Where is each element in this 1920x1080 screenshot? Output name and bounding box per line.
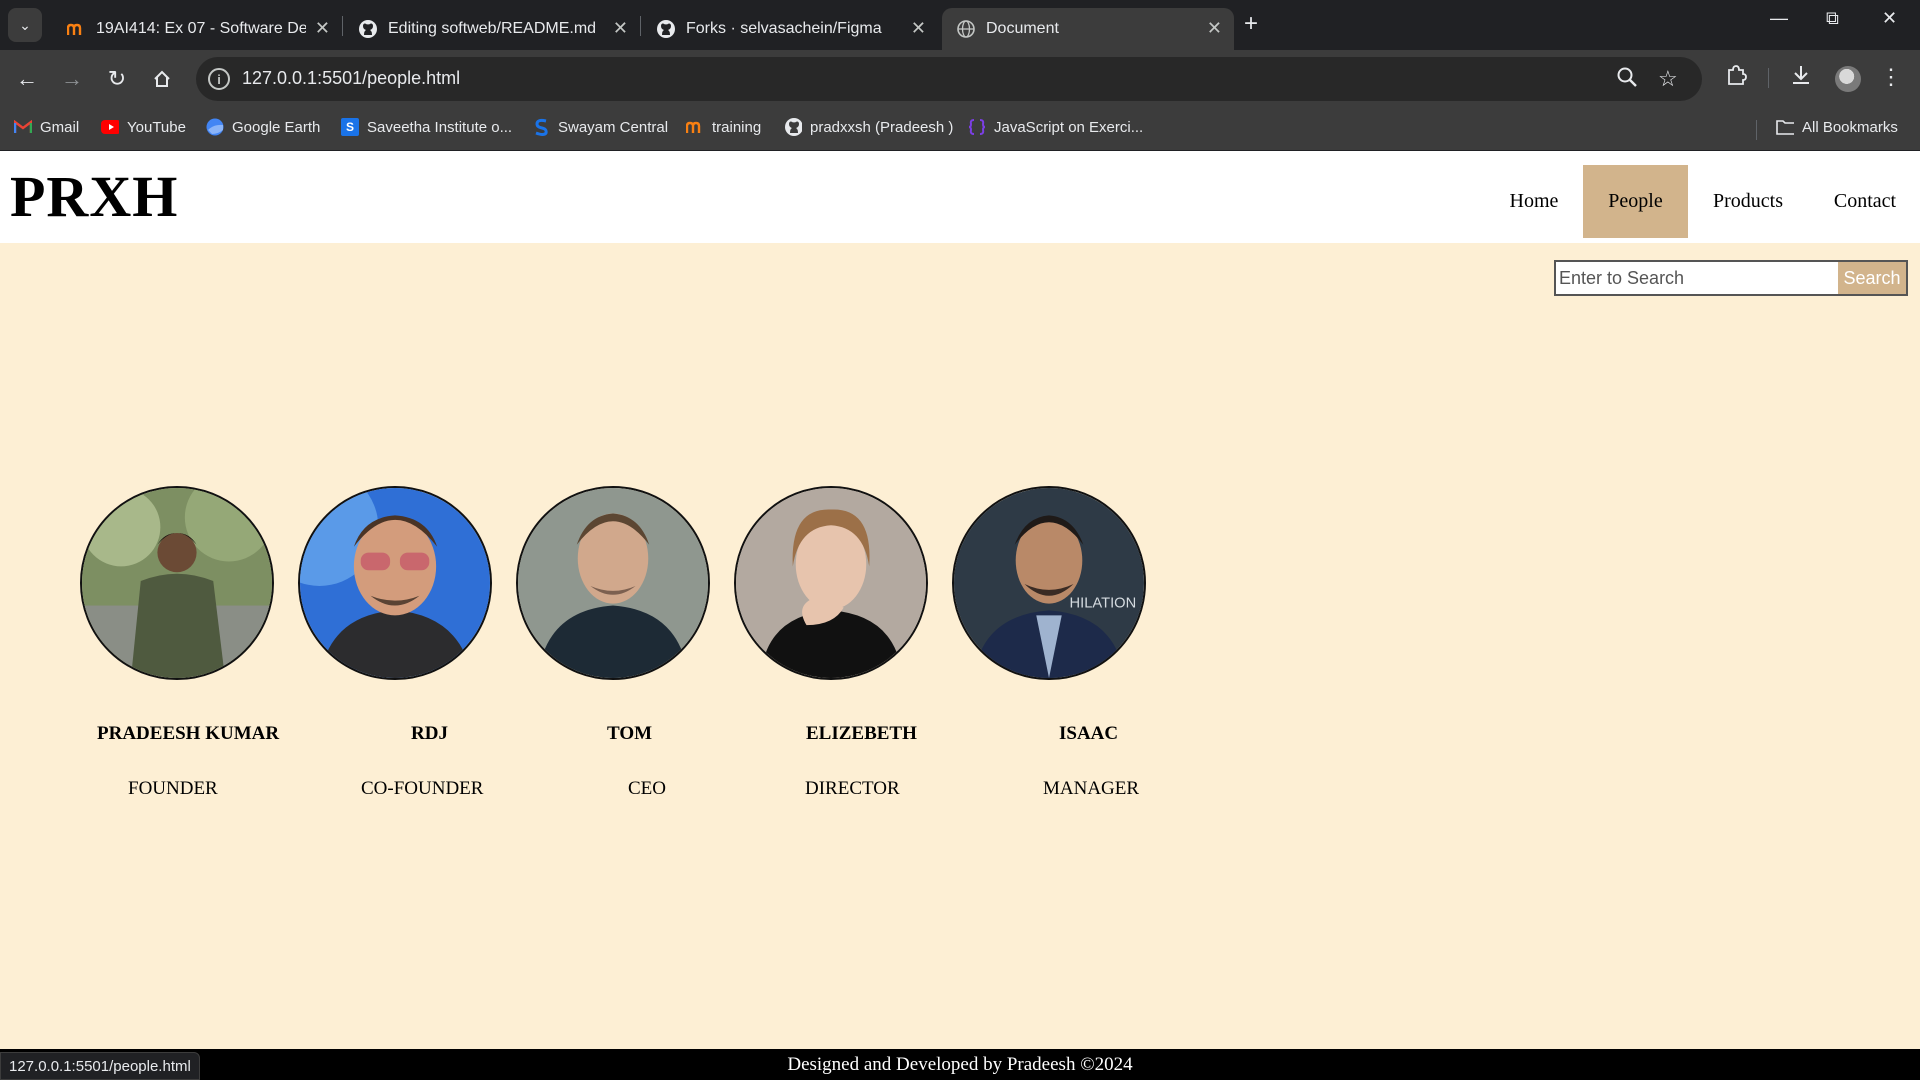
window-close-icon[interactable]: ✕ bbox=[1882, 8, 1897, 29]
person-photo-pradeesh bbox=[80, 486, 274, 680]
browser-tab-2[interactable]: Editing softweb/README.md at ✕ bbox=[344, 8, 640, 50]
bookmark-label: YouTube bbox=[127, 118, 186, 136]
tab-title: Document bbox=[986, 20, 1059, 37]
site-header: PRXH Home People Products Contact bbox=[0, 151, 1920, 243]
moodle-icon bbox=[66, 19, 86, 39]
download-icon[interactable] bbox=[1790, 64, 1812, 92]
close-icon[interactable]: ✕ bbox=[911, 18, 926, 39]
new-tab-button[interactable]: + bbox=[1244, 10, 1258, 38]
bookmarks-bar: Gmail YouTube Google Earth S Saveetha In… bbox=[0, 108, 1920, 151]
all-bookmarks-label: All Bookmarks bbox=[1802, 118, 1898, 136]
person-role: MANAGER bbox=[1043, 778, 1140, 799]
address-url[interactable]: 127.0.0.1:5501/people.html bbox=[242, 68, 460, 89]
person-role: CEO bbox=[628, 778, 666, 799]
chevron-down-icon: ⌄ bbox=[19, 16, 31, 33]
bookmark-label: JavaScript on Exerci... bbox=[994, 118, 1144, 136]
nav-products[interactable]: Products bbox=[1700, 165, 1796, 238]
tab-title: Forks · selvasachein/Figma bbox=[686, 20, 882, 37]
bookmark-gmail[interactable]: Gmail bbox=[14, 118, 79, 136]
site-footer: Designed and Developed by Pradeesh ©2024 bbox=[0, 1049, 1920, 1080]
search-button[interactable]: Search bbox=[1838, 262, 1906, 294]
minimize-icon[interactable]: — bbox=[1770, 8, 1788, 29]
person-name: PRADEESH KUMAR bbox=[97, 723, 280, 744]
person-name: ISAAC bbox=[1059, 723, 1119, 744]
person-name: RDJ bbox=[411, 723, 448, 744]
all-bookmarks[interactable]: All Bookmarks bbox=[1776, 118, 1898, 136]
footer-text: Designed and Developed by Pradeesh ©2024 bbox=[787, 1053, 1133, 1075]
github-icon bbox=[784, 118, 802, 136]
bookmark-label: pradxxsh (Pradeesh ) bbox=[810, 118, 954, 136]
bookmark-swayam[interactable]: Swayam Central bbox=[532, 118, 668, 136]
restore-icon[interactable]: ⧉ bbox=[1826, 8, 1839, 29]
bookmark-label: Google Earth bbox=[232, 118, 321, 136]
toolbar-separator bbox=[1768, 68, 1769, 88]
bookmark-youtube[interactable]: YouTube bbox=[101, 118, 186, 136]
reload-icon[interactable]: ↻ bbox=[102, 64, 132, 94]
bookmarks-separator bbox=[1756, 120, 1757, 140]
tab-separator bbox=[342, 16, 343, 36]
browser-toolbar: ← → ↻ i 127.0.0.1:5501/people.html ☆ ⋮ bbox=[0, 50, 1920, 108]
bookmark-star-icon[interactable]: ☆ bbox=[1658, 66, 1678, 92]
gmail-icon bbox=[14, 118, 32, 136]
nav-contact[interactable]: Contact bbox=[1820, 165, 1910, 238]
home-icon[interactable] bbox=[147, 64, 177, 94]
search-input[interactable] bbox=[1556, 262, 1838, 294]
tab-separator bbox=[640, 16, 641, 36]
svg-text:HILATION: HILATION bbox=[1070, 595, 1137, 611]
close-icon[interactable]: ✕ bbox=[613, 18, 628, 39]
browser-tab-3[interactable]: Forks · selvasachein/Figma ✕ bbox=[642, 8, 938, 50]
back-icon[interactable]: ← bbox=[12, 64, 42, 94]
nav-people[interactable]: People bbox=[1583, 165, 1688, 238]
person-photo-isaac: HILATION bbox=[952, 486, 1146, 680]
person-photo-rdj bbox=[298, 486, 492, 680]
browser-tab-4-active[interactable]: Document ✕ bbox=[942, 8, 1234, 50]
person-role: CO-FOUNDER bbox=[361, 778, 484, 799]
person-name: TOM bbox=[607, 723, 653, 744]
address-bar[interactable]: i 127.0.0.1:5501/people.html ☆ bbox=[196, 57, 1702, 101]
tab-search-button[interactable]: ⌄ bbox=[8, 8, 42, 42]
bookmark-github[interactable]: pradxxsh (Pradeesh ) bbox=[784, 118, 953, 136]
saveetha-icon: S bbox=[341, 118, 359, 136]
extensions-icon[interactable] bbox=[1725, 64, 1747, 92]
forward-icon[interactable]: → bbox=[57, 64, 87, 94]
browser-tab-1[interactable]: 19AI414: Ex 07 - Software Deve ✕ bbox=[52, 8, 342, 50]
tab-strip: ⌄ 19AI414: Ex 07 - Software Deve ✕ Editi… bbox=[0, 0, 1920, 50]
person-name: ELIZEBETH bbox=[806, 723, 917, 744]
person-role: DIRECTOR bbox=[805, 778, 900, 799]
exercism-icon bbox=[968, 118, 986, 136]
nav-home[interactable]: Home bbox=[1493, 165, 1575, 238]
status-bar: 127.0.0.1:5501/people.html bbox=[0, 1052, 200, 1080]
bookmark-label: training bbox=[712, 118, 762, 136]
bookmark-label: Swayam Central bbox=[558, 118, 669, 136]
github-icon bbox=[358, 19, 378, 39]
menu-icon[interactable]: ⋮ bbox=[1880, 64, 1902, 90]
close-icon[interactable]: ✕ bbox=[1207, 18, 1222, 39]
bookmark-label: Gmail bbox=[40, 118, 80, 136]
bookmark-google-earth[interactable]: Google Earth bbox=[206, 118, 320, 136]
search-form: Search bbox=[1554, 260, 1908, 296]
bookmark-training[interactable]: training bbox=[686, 118, 761, 136]
close-icon[interactable]: ✕ bbox=[315, 18, 330, 39]
swayam-icon bbox=[532, 118, 550, 136]
folder-icon bbox=[1776, 118, 1794, 136]
profile-avatar[interactable] bbox=[1835, 66, 1861, 92]
tab-title: Editing softweb/README.md at bbox=[388, 20, 598, 37]
tab-title: 19AI414: Ex 07 - Software Deve bbox=[96, 20, 306, 37]
person-role: FOUNDER bbox=[128, 778, 218, 799]
person-photo-tom bbox=[516, 486, 710, 680]
youtube-icon bbox=[101, 118, 119, 136]
zoom-icon[interactable] bbox=[1616, 66, 1638, 94]
bookmark-exercism[interactable]: JavaScript on Exerci... bbox=[968, 118, 1143, 136]
github-icon bbox=[656, 19, 676, 39]
moodle-icon bbox=[686, 118, 704, 136]
site-logo[interactable]: PRXH bbox=[10, 163, 178, 230]
bookmark-label: Saveetha Institute o... bbox=[367, 118, 513, 136]
bookmark-saveetha[interactable]: S Saveetha Institute o... bbox=[341, 118, 512, 136]
google-earth-icon bbox=[206, 118, 224, 136]
site-info-icon[interactable]: i bbox=[208, 68, 230, 90]
person-photo-elizebeth bbox=[734, 486, 928, 680]
globe-icon bbox=[956, 19, 976, 39]
